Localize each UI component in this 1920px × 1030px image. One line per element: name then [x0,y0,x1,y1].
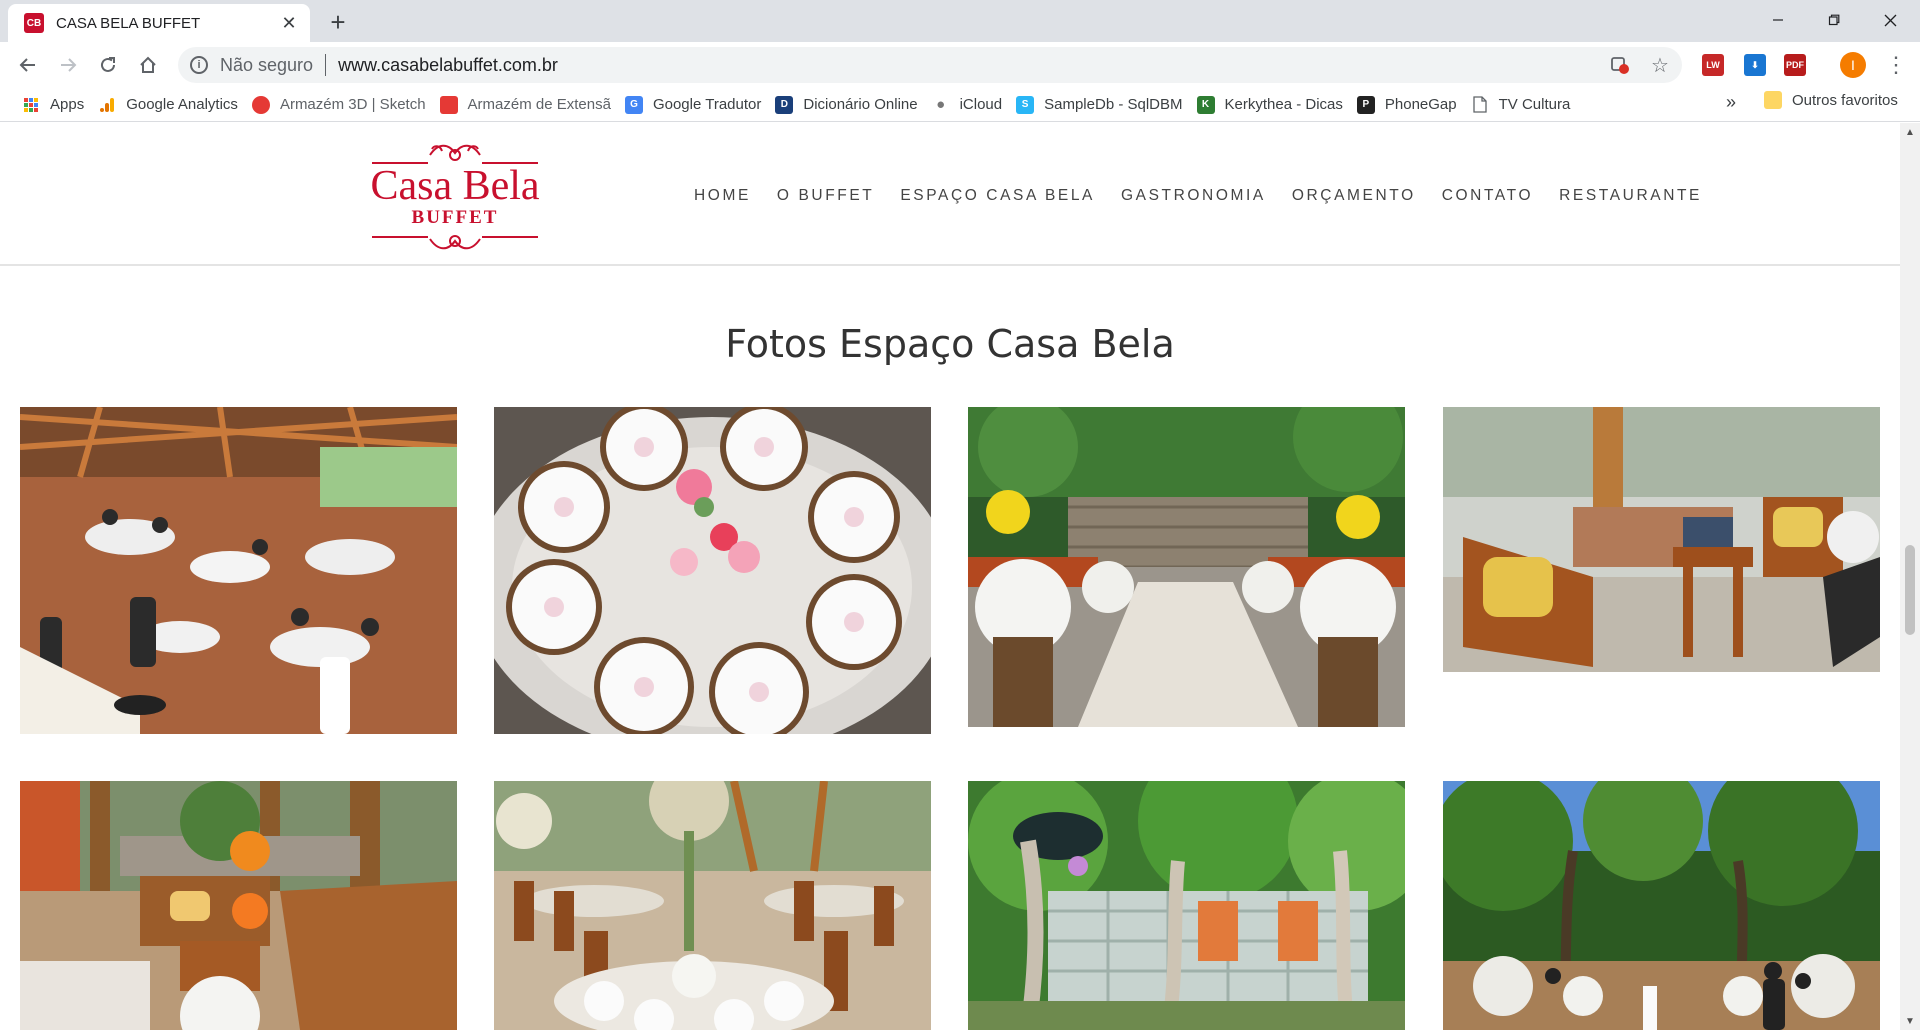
tab-title: CASA BELA BUFFET [56,14,201,32]
banquet-hall-guests-photo[interactable] [20,407,457,734]
reload-icon[interactable] [92,49,124,81]
back-icon[interactable] [12,49,44,81]
profile-avatar[interactable]: I [1840,52,1866,78]
bookmark-armazem-3d[interactable]: Armazém 3D | Sketch [248,91,436,119]
home-icon[interactable] [132,49,164,81]
apple-icon: ● [936,96,946,113]
nav-orcamento[interactable]: ORÇAMENTO [1292,187,1416,205]
dining-hall-tables-photo[interactable] [494,781,931,1030]
browser-toolbar: i Não seguro www.casabelabuffet.com.br ☆… [0,42,1920,88]
wooden-bench-lounge-photo[interactable] [1443,407,1880,672]
folder-icon [1764,91,1782,109]
bookmark-label: Outros favoritos [1792,91,1898,109]
bookmark-label: Kerkythea - Dicas [1224,96,1343,113]
translate-page-icon[interactable] [1608,53,1632,77]
page-viewport: Casa Bela BUFFET HOME O BUFFET ESPAÇO CA… [0,123,1900,1030]
browser-menu-icon[interactable]: ⋮ [1884,50,1908,80]
bookmark-label: Dicionário Online [803,96,918,113]
bookmark-apps[interactable]: Apps [18,91,94,119]
bookmark-label: TV Cultura [1498,96,1571,113]
browser-tab[interactable]: CB CASA BELA BUFFET ✕ [8,4,310,42]
nav-restaurante[interactable]: RESTAURANTE [1559,187,1702,205]
dictionary-icon: D [775,95,794,114]
nav-espaco-casa-bela[interactable]: ESPAÇO CASA BELA [900,187,1095,205]
address-bar[interactable]: i Não seguro www.casabelabuffet.com.br ☆ [178,47,1682,83]
info-icon[interactable]: i [190,56,208,74]
site-logo[interactable]: Casa Bela BUFFET [368,141,542,253]
omnibox-separator [325,54,327,76]
scroll-down-icon[interactable]: ▼ [1900,1012,1920,1030]
close-tab-icon[interactable]: ✕ [278,12,300,34]
translate-icon: G [624,95,643,114]
bookmark-kerkythea[interactable]: K Kerkythea - Dicas [1193,91,1353,119]
bookmark-google-tradutor[interactable]: G Google Tradutor [621,91,771,119]
bookmark-label: iCloud [959,96,1003,113]
forest-ceremony-photo[interactable] [1443,781,1880,1030]
forward-icon[interactable] [52,49,84,81]
page-icon [1471,96,1489,114]
site-favicon-icon: CB [24,13,44,33]
database-icon: S [1016,95,1035,114]
url-text[interactable]: www.casabelabuffet.com.br [338,55,558,76]
bookmark-label: Google Analytics [126,96,238,113]
bookmark-dicionario-online[interactable]: D Dicionário Online [771,91,927,119]
bookmark-phonegap[interactable]: P PhoneGap [1353,91,1467,119]
bookmark-sampledb[interactable]: S SampleDb - SqlDBM [1012,91,1192,119]
lastpass-extension-icon[interactable]: LW [1702,54,1724,76]
restore-icon[interactable] [1806,0,1862,40]
table-setting-plates-photo[interactable] [494,407,931,734]
scrollbar-thumb[interactable] [1905,545,1915,635]
veranda-lounge-flowers-photo[interactable] [20,781,457,1030]
sketchup-icon [439,95,458,114]
kerkythea-icon: K [1196,95,1215,114]
apps-grid-icon [22,96,40,114]
garden-ceremony-aisle-photo[interactable] [968,407,1405,727]
sketchup-icon [251,95,270,114]
bookmark-google-analytics[interactable]: Google Analytics [94,91,248,119]
page-scrollbar[interactable]: ▲ ▼ [1900,123,1920,1030]
phonegap-icon: P [1356,95,1375,114]
bookmark-label: Armazém de Extensã [467,96,611,113]
bookmark-label: PhoneGap [1384,96,1457,113]
minimize-icon[interactable] [1750,0,1806,40]
download-extension-icon[interactable]: ⬇ [1744,54,1766,76]
bookmark-label: SampleDb - SqlDBM [1044,96,1183,113]
scroll-up-icon[interactable]: ▲ [1900,123,1920,141]
nav-o-buffet[interactable]: O BUFFET [777,187,874,205]
bookmark-star-icon[interactable]: ☆ [1648,53,1672,77]
bookmarks-overflow-icon[interactable]: » [1726,92,1736,113]
close-window-icon[interactable] [1862,0,1918,40]
logo-wordmark: Casa Bela [370,163,539,209]
bookmark-tv-cultura[interactable]: TV Cultura [1467,91,1581,119]
section-title: Fotos Espaço Casa Bela [725,322,1175,366]
bookmark-icloud[interactable]: ● iCloud [928,91,1013,119]
bookmark-label: Google Tradutor [652,96,762,113]
other-bookmarks-folder[interactable]: Outros favoritos [1764,91,1898,109]
security-label: Não seguro [220,54,314,75]
site-nav: HOME O BUFFET ESPAÇO CASA BELA GASTRONOM… [694,187,1702,205]
new-tab-button[interactable]: + [324,8,352,36]
bookmark-label: Armazém 3D | Sketch [279,96,426,113]
bookmarks-bar: Apps Google Analytics Armazém 3D | Sketc… [0,88,1920,122]
pdf-extension-icon[interactable]: PDF [1784,54,1806,76]
analytics-icon [98,96,116,114]
bookmark-label: Apps [50,96,85,113]
tab-strip: CB CASA BELA BUFFET ✕ + [0,0,1920,42]
glass-pavilion-trees-photo[interactable] [968,781,1405,1030]
nav-home[interactable]: HOME [694,187,751,205]
site-header: Casa Bela BUFFET HOME O BUFFET ESPAÇO CA… [0,123,1900,266]
bookmark-armazem-extensoes[interactable]: Armazém de Extensã [436,91,621,119]
nav-contato[interactable]: CONTATO [1442,187,1533,205]
logo-subtitle: BUFFET [412,207,499,228]
nav-gastronomia[interactable]: GASTRONOMIA [1121,187,1266,205]
